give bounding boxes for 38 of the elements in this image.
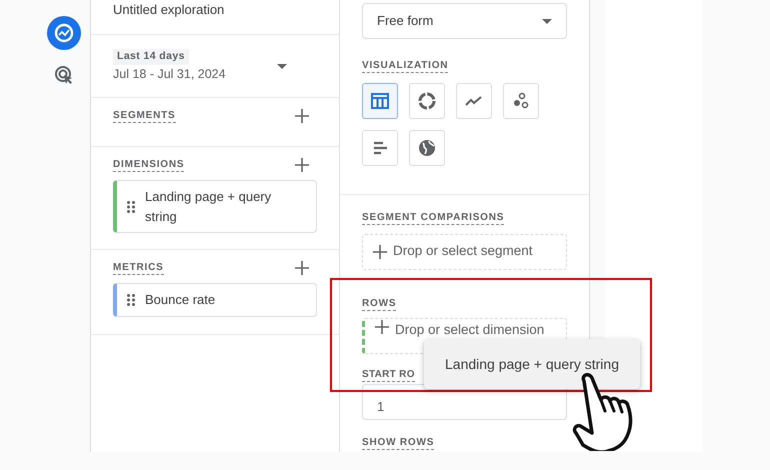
scatter-chart-button[interactable] <box>503 83 539 119</box>
donut-chart-button[interactable] <box>409 83 445 119</box>
technique-select[interactable]: Free form <box>362 3 567 39</box>
section-label: METRICS <box>113 261 164 275</box>
chip-label: Landing page + query string <box>145 188 272 226</box>
drag-preview-tooltip[interactable]: Landing page + query string <box>424 339 640 389</box>
explore-icon[interactable] <box>47 16 81 50</box>
add-icon[interactable] <box>295 158 309 172</box>
table-icon <box>370 91 390 111</box>
drag-handle-icon <box>127 294 135 306</box>
section-label: START RO <box>362 368 415 382</box>
globe-icon <box>417 138 437 158</box>
section-label: DIMENSIONS <box>113 158 184 172</box>
geo-chart-button[interactable] <box>409 130 445 166</box>
section-label: ROWS <box>362 296 396 310</box>
add-icon[interactable] <box>295 109 309 123</box>
table-chart-button[interactable] <box>362 83 398 119</box>
section-label: SEGMENT COMPARISONS <box>362 211 504 225</box>
metric-chip[interactable]: Bounce rate <box>113 283 317 316</box>
plus-icon <box>373 244 387 258</box>
donut-chart-icon <box>417 91 437 111</box>
scatter-plot-icon <box>511 91 531 111</box>
plus-icon <box>375 320 389 334</box>
section-label: SHOW ROWS <box>362 436 434 450</box>
section-label: VISUALIZATION <box>362 59 448 73</box>
drag-handle-icon <box>127 200 135 212</box>
dimension-chip[interactable]: Landing page + query string <box>113 180 317 233</box>
line-chart-button[interactable] <box>456 83 492 119</box>
dropdown-caret-icon <box>277 64 287 68</box>
section-label: SEGMENTS <box>113 109 176 123</box>
dropdown-caret-icon <box>542 18 552 24</box>
bar-chart-button[interactable] <box>362 130 398 166</box>
exploration-title[interactable]: Untitled exploration <box>113 0 224 20</box>
date-range[interactable]: Jul 18 - Jul 31, 2024 <box>113 64 226 84</box>
chip-label: Bounce rate <box>145 291 216 309</box>
date-preset-chip: Last 14 days <box>113 48 189 64</box>
segment-drop-zone[interactable]: Drop or select segment <box>362 234 567 270</box>
add-icon[interactable] <box>295 261 309 275</box>
